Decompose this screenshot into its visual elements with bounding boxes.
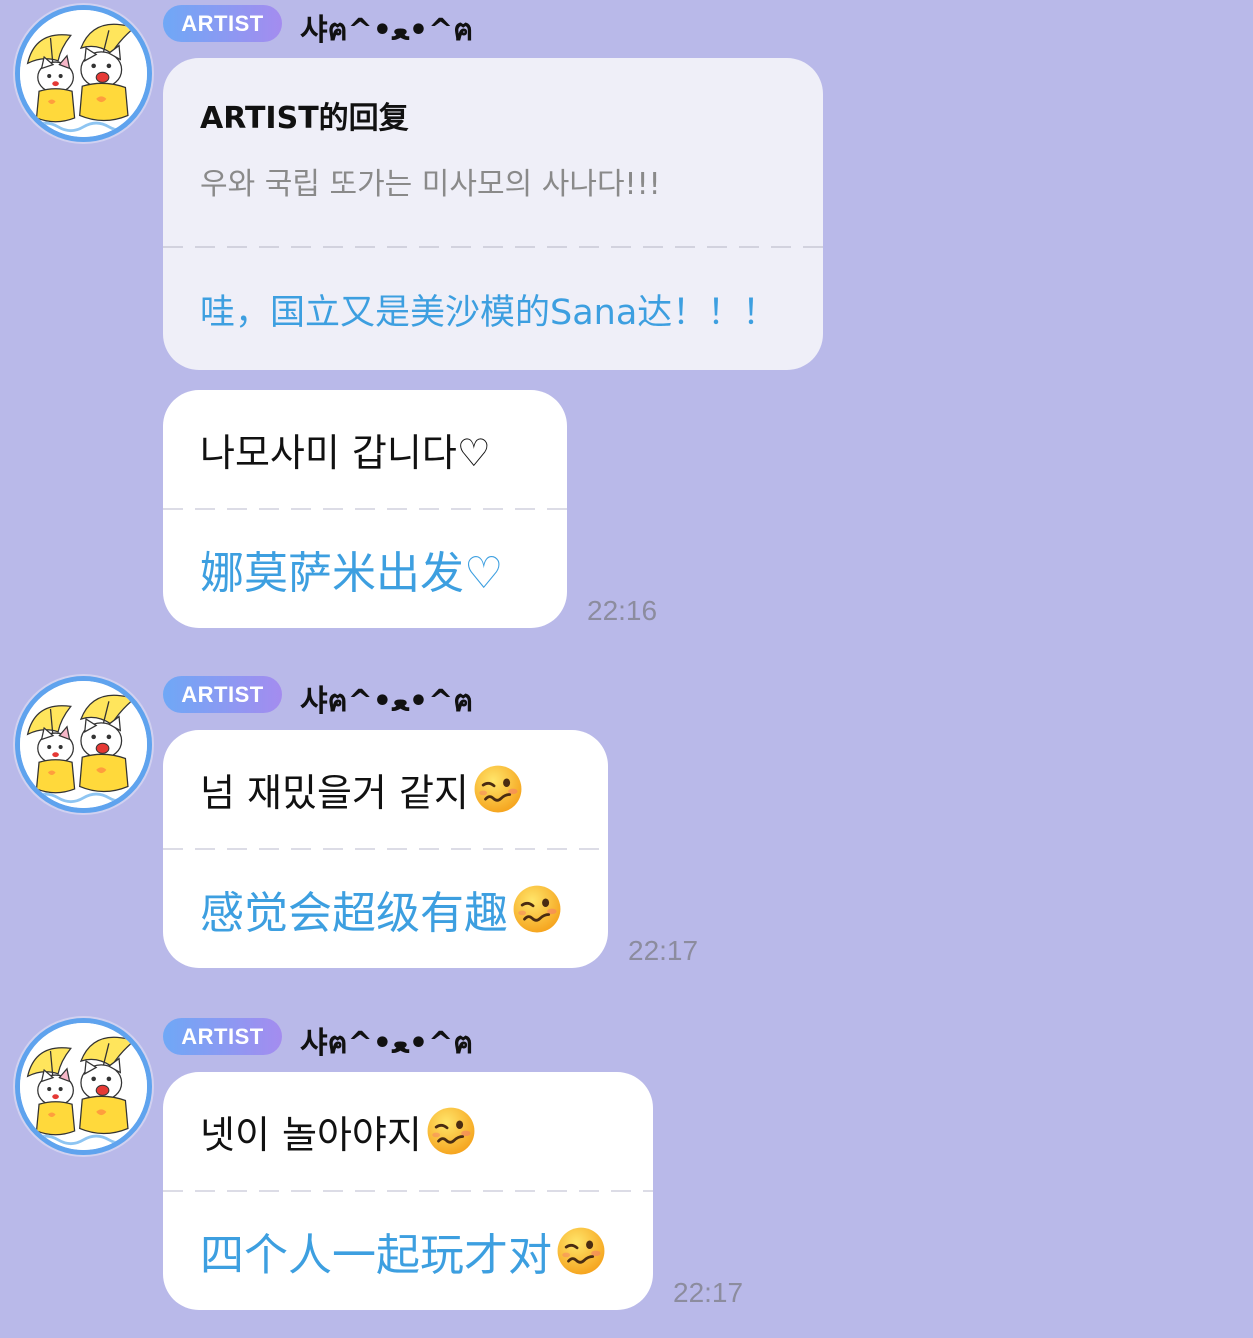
reply-original-text: 우와 국립 또가는 미사모의 사나다!!! xyxy=(200,167,661,202)
bubble-stack: 넷이 놀아야지 四个人一起玩才对 22:17 xyxy=(163,1072,743,1310)
message-translation-section: 感觉会超级有趣 xyxy=(163,850,608,968)
message-time: 22:16 xyxy=(587,595,658,626)
message-group-2: ARTIST 샤ฅ^•ﻌ•^ฅ 넘 재밌을거 같지 感觉会超级有趣 22:17 xyxy=(0,676,1253,996)
artist-badge: ARTIST xyxy=(163,676,282,713)
message-original-section: 나모사미 갑니다♡ xyxy=(163,390,567,508)
message-group-3: ARTIST 샤ฅ^•ﻌ•^ฅ 넷이 놀아야지 四个人一起玩才对 22:17 xyxy=(0,1018,1253,1338)
artist-badge: ARTIST xyxy=(163,1018,282,1055)
cartoon-cats-umbrella-avatar-icon xyxy=(20,1023,147,1150)
reply-bubble[interactable]: ARTIST的回复 우와 국립 또가는 미사모의 사나다!!! 哇，国立又是美沙… xyxy=(163,58,823,370)
message-original-section: 넷이 놀아야지 xyxy=(163,1072,653,1190)
message-time: 22:17 xyxy=(628,935,699,966)
avatar[interactable] xyxy=(15,676,152,813)
cartoon-cats-umbrella-avatar-icon xyxy=(20,681,147,808)
message-original-text: 나모사미 갑니다♡ xyxy=(200,430,491,475)
message-row: ARTIST的回复 우와 국립 또가는 미사모의 사나다!!! 哇，国立又是美沙… xyxy=(163,58,823,370)
message-translation-section: 娜莫萨米出发♡ xyxy=(163,510,567,628)
cartoon-cats-umbrella-avatar-icon xyxy=(20,10,147,137)
avatar[interactable] xyxy=(15,1018,152,1155)
message-translation-text: 娜莫萨米出发♡ xyxy=(200,548,504,599)
woozy-face-emoji-icon xyxy=(473,764,523,814)
sender-name: 샤ฅ^•ﻌ•^ฅ xyxy=(300,684,474,719)
message-original-text: 넘 재밌을거 같지 xyxy=(200,770,469,815)
message-translation-text: 感觉会超级有趣 xyxy=(200,888,508,939)
woozy-face-emoji-icon xyxy=(512,884,562,934)
message-group-1: ARTIST 샤ฅ^•ﻌ•^ฅ ARTIST的回复 우와 국립 또가는 미사모의… xyxy=(0,5,1253,635)
message-row: 넘 재밌을거 같지 感觉会超级有趣 22:17 xyxy=(163,730,698,968)
avatar[interactable] xyxy=(15,5,152,142)
message-row: 넷이 놀아야지 四个人一起玩才对 22:17 xyxy=(163,1072,743,1310)
reply-translation-text: 哇，国立又是美沙模的Sana达！！！ xyxy=(200,292,778,333)
message-time: 22:17 xyxy=(673,1277,744,1308)
woozy-face-emoji-icon xyxy=(556,1226,606,1276)
reply-translation-section: 哇，国立又是美沙模的Sana达！！！ xyxy=(163,248,823,370)
bubble-stack: ARTIST的回复 우와 국립 또가는 미사모의 사나다!!! 哇，国立又是美沙… xyxy=(163,58,823,628)
woozy-face-emoji-icon xyxy=(426,1106,476,1156)
sender-name: 샤ฅ^•ﻌ•^ฅ xyxy=(300,1026,474,1061)
reply-header: ARTIST的回复 xyxy=(200,101,409,136)
artist-badge: ARTIST xyxy=(163,5,282,42)
message-original-section: 넘 재밌을거 같지 xyxy=(163,730,608,848)
message-bubble[interactable]: 넷이 놀아야지 四个人一起玩才对 xyxy=(163,1072,653,1310)
message-translation-text: 四个人一起玩才对 xyxy=(200,1230,552,1281)
message-bubble[interactable]: 넘 재밌을거 같지 感觉会超级有趣 xyxy=(163,730,608,968)
reply-original-section: ARTIST的回复 우와 국립 또가는 미사모의 사나다!!! xyxy=(163,58,823,246)
message-translation-section: 四个人一起玩才对 xyxy=(163,1192,653,1310)
bubble-stack: 넘 재밌을거 같지 感觉会超级有趣 22:17 xyxy=(163,730,698,968)
sender-name: 샤ฅ^•ﻌ•^ฅ xyxy=(300,13,474,48)
message-original-text: 넷이 놀아야지 xyxy=(200,1112,422,1157)
message-row: 나모사미 갑니다♡ 娜莫萨米出发♡ 22:16 xyxy=(163,390,823,628)
message-bubble[interactable]: 나모사미 갑니다♡ 娜莫萨米出发♡ xyxy=(163,390,567,628)
